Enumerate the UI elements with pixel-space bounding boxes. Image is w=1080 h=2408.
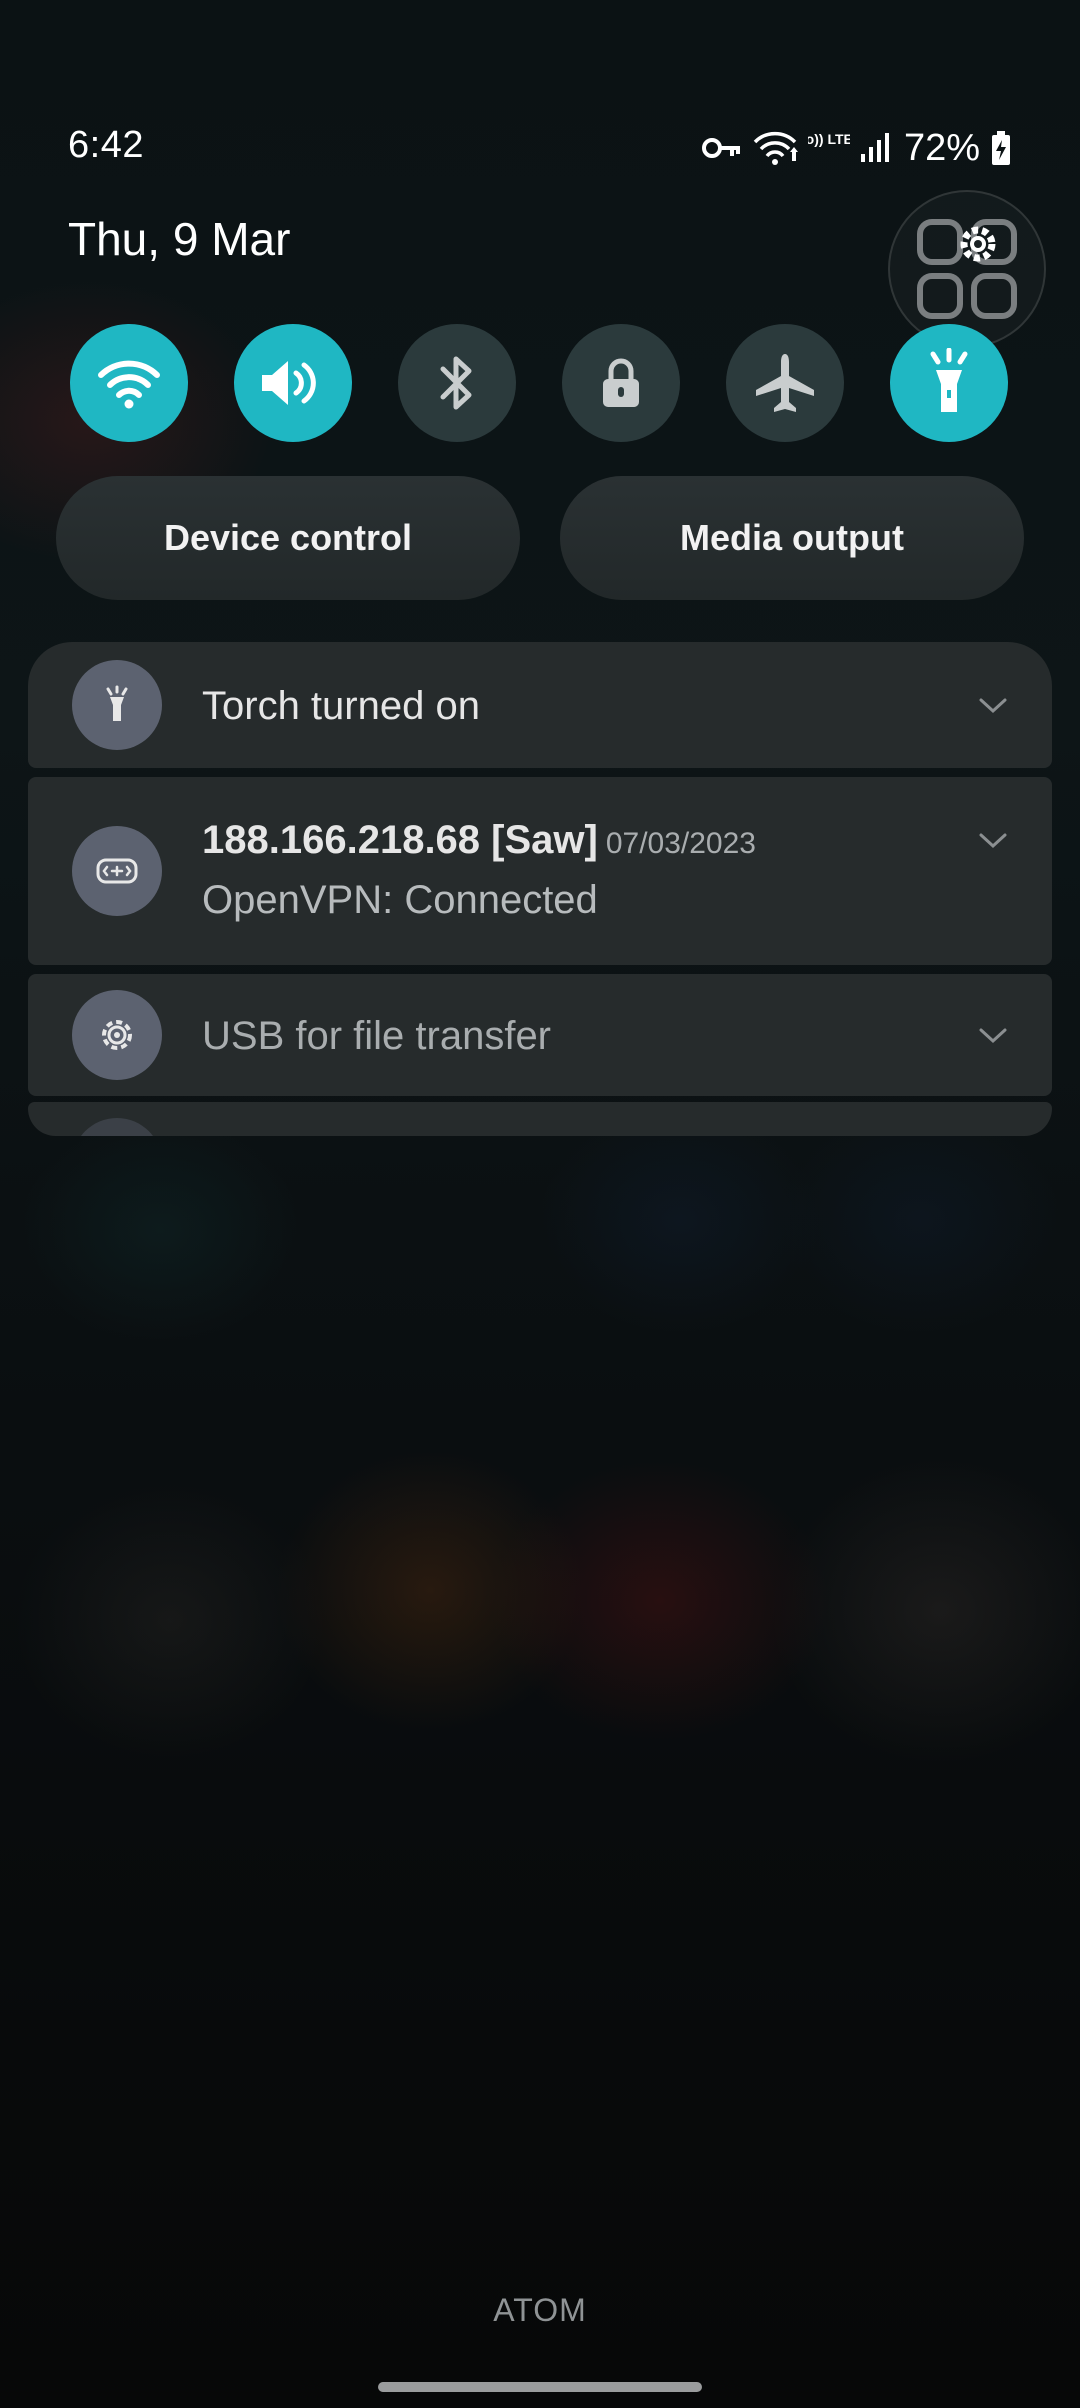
torch-notification-title: Torch turned on (202, 684, 480, 728)
volte-label-top: Vo)) LTE1 (808, 131, 850, 147)
volte-icon: Vo)) LTE1 (808, 129, 850, 167)
media-output-button[interactable]: Media output (560, 476, 1024, 600)
status-time: 6:42 (68, 124, 144, 166)
flashlight-icon (106, 685, 128, 721)
wifi-signal-icon (752, 130, 798, 166)
home-gesture-bar[interactable] (378, 2382, 702, 2392)
battery-percent: 72% (903, 126, 980, 169)
media-output-label: Media output (680, 517, 904, 558)
usb-notification-icon (72, 990, 162, 1080)
speaker-icon (262, 361, 316, 405)
lock-icon (603, 358, 639, 407)
usb-settings-icon (102, 1020, 132, 1050)
flashlight-icon (930, 348, 968, 412)
vpn-notification-icon (72, 826, 162, 916)
status-icons: Vo)) LTE1 72% (701, 124, 1012, 172)
quick-settings-row (70, 324, 1008, 442)
status-bar: 6:42 Vo)) LTE1 (68, 120, 1012, 176)
notification-collapsed-peek[interactable] (28, 1102, 1052, 1136)
vpn-notification-subtitle: OpenVPN: Connected (202, 878, 598, 922)
torch-notification-icon (72, 660, 162, 750)
chevron-down-icon[interactable] (978, 696, 1008, 716)
notification-vpn[interactable]: 188.166.218.68 [Saw] 07/03/2023 OpenVPN: … (28, 777, 1052, 965)
carrier-brand-label: ATOM (493, 2292, 587, 2328)
airplane-icon (756, 354, 814, 412)
bluetooth-icon (440, 356, 472, 410)
chevron-down-icon[interactable] (978, 831, 1008, 851)
lock-toggle[interactable] (562, 324, 680, 442)
device-control-label: Device control (163, 517, 413, 558)
vpn-key-icon (701, 135, 742, 161)
vpn-icon (96, 858, 138, 884)
usb-notification-title: USB for file transfer (202, 1014, 552, 1058)
chevron-down-icon[interactable] (978, 1026, 1008, 1046)
airplane-toggle[interactable] (726, 324, 844, 442)
collapsed-notification-avatar (72, 1118, 162, 1136)
wifi-icon (98, 360, 160, 409)
torch-toggle[interactable] (890, 324, 1008, 442)
vpn-server-label: 188.166.218.68 [Saw] (202, 818, 598, 862)
cellular-signal-icon (860, 132, 890, 164)
vpn-notification-date: 07/03/2023 (605, 827, 756, 860)
date-label: Thu, 9 Mar (68, 213, 291, 265)
vpn-notification-title: 188.166.218.68 [Saw] 07/03/2023 (202, 818, 756, 863)
bluetooth-toggle[interactable] (398, 324, 516, 442)
notification-torch[interactable]: Torch turned on (28, 642, 1052, 768)
notification-usb[interactable]: USB for file transfer (28, 974, 1052, 1096)
sound-toggle[interactable] (234, 324, 352, 442)
device-control-button[interactable]: Device control (56, 476, 520, 600)
grid-settings-icon (917, 219, 1017, 319)
wifi-toggle[interactable] (70, 324, 188, 442)
battery-charging-icon (990, 130, 1012, 166)
